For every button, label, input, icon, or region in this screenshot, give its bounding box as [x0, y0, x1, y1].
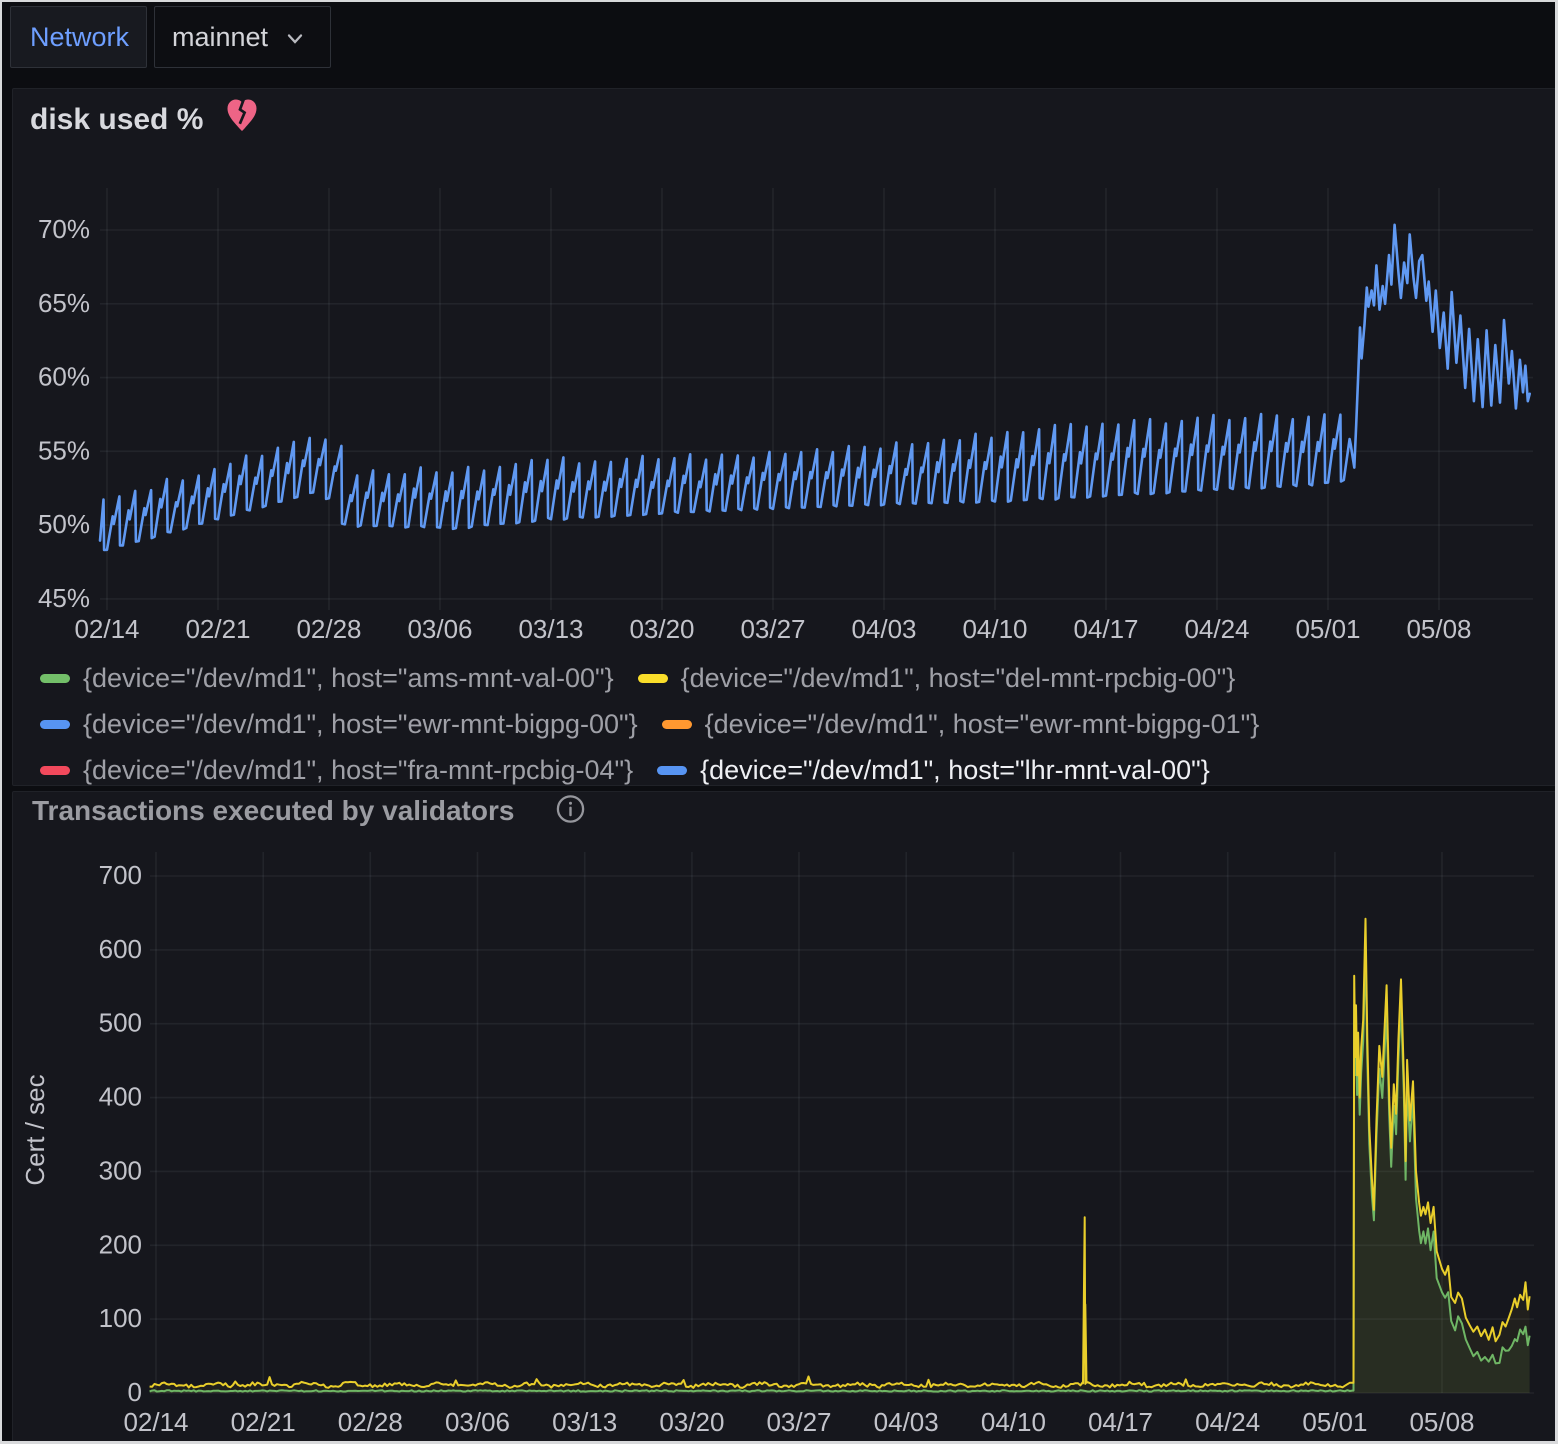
svg-text:700: 700 [99, 860, 142, 890]
svg-text:04/03: 04/03 [874, 1407, 939, 1437]
svg-text:02/21: 02/21 [185, 614, 250, 644]
svg-text:03/06: 03/06 [445, 1407, 510, 1437]
svg-text:04/03: 04/03 [851, 614, 916, 644]
svg-text:60%: 60% [38, 362, 90, 392]
svg-text:04/24: 04/24 [1195, 1407, 1260, 1437]
svg-text:70%: 70% [38, 214, 90, 244]
svg-text:02/28: 02/28 [338, 1407, 403, 1437]
svg-text:03/20: 03/20 [629, 614, 694, 644]
svg-text:300: 300 [99, 1155, 142, 1185]
svg-text:03/27: 03/27 [766, 1407, 831, 1437]
svg-text:02/21: 02/21 [231, 1407, 296, 1437]
svg-text:04/17: 04/17 [1073, 614, 1138, 644]
svg-text:Cert / sec: Cert / sec [20, 1074, 50, 1185]
svg-text:03/20: 03/20 [659, 1407, 724, 1437]
svg-text:100: 100 [99, 1303, 142, 1333]
svg-text:02/14: 02/14 [123, 1407, 188, 1437]
svg-text:05/01: 05/01 [1295, 614, 1360, 644]
svg-text:05/08: 05/08 [1409, 1407, 1474, 1437]
svg-text:02/14: 02/14 [74, 614, 139, 644]
svg-text:04/17: 04/17 [1088, 1407, 1153, 1437]
svg-text:04/24: 04/24 [1184, 614, 1249, 644]
svg-text:50%: 50% [38, 509, 90, 539]
svg-text:600: 600 [99, 934, 142, 964]
svg-text:200: 200 [99, 1229, 142, 1259]
svg-text:05/01: 05/01 [1302, 1407, 1367, 1437]
svg-text:03/13: 03/13 [552, 1407, 617, 1437]
svg-text:0: 0 [128, 1377, 142, 1407]
svg-text:05/08: 05/08 [1406, 614, 1471, 644]
svg-text:400: 400 [99, 1082, 142, 1112]
svg-text:55%: 55% [38, 435, 90, 465]
svg-text:04/10: 04/10 [962, 614, 1027, 644]
svg-text:03/27: 03/27 [740, 614, 805, 644]
svg-text:03/06: 03/06 [407, 614, 472, 644]
svg-text:65%: 65% [38, 288, 90, 318]
svg-text:03/13: 03/13 [518, 614, 583, 644]
svg-text:500: 500 [99, 1008, 142, 1038]
svg-text:45%: 45% [38, 583, 90, 613]
svg-text:02/28: 02/28 [296, 614, 361, 644]
svg-text:04/10: 04/10 [981, 1407, 1046, 1437]
